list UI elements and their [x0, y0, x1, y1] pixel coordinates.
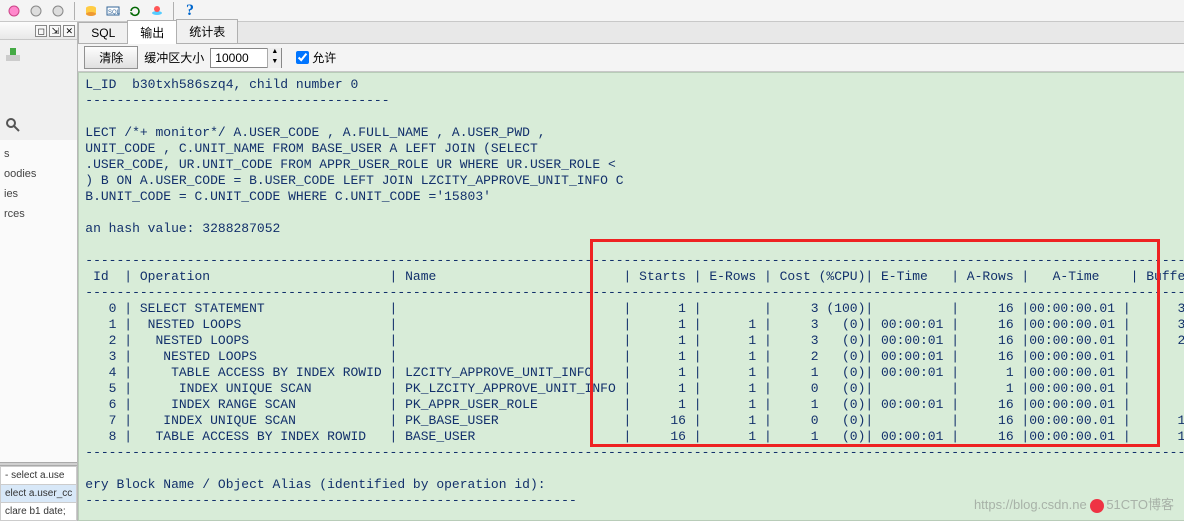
toolbar-icon-1[interactable] — [4, 1, 24, 21]
clear-button[interactable]: 清除 — [84, 46, 138, 69]
plan-row: 7 | INDEX UNIQUE SCAN | PK_BASE_USER | 1… — [85, 413, 1184, 428]
buffer-size-label: 缓冲区大小 — [144, 49, 204, 66]
plan-line-id: L_ID b30txh586szq4, child number 0 — [85, 77, 358, 92]
object-tree: s oodies ies rces — [0, 140, 77, 462]
toolbar-separator-2 — [173, 2, 174, 20]
history-row[interactable]: elect a.user_cc — [0, 485, 77, 503]
allow-checkbox-input[interactable] — [296, 51, 309, 64]
plan-row: 0 | SELECT STATEMENT | | 1 | | 3 (100)| … — [85, 301, 1184, 316]
allow-checkbox[interactable]: 允许 — [296, 49, 336, 66]
tab-output[interactable]: 输出 — [127, 20, 177, 44]
database-icon[interactable] — [81, 1, 101, 21]
buffer-size-input[interactable] — [211, 51, 267, 65]
tab-stats[interactable]: 统计表 — [176, 19, 238, 43]
plan-dash: --------------------------------------- — [85, 93, 389, 108]
help-icon[interactable]: ? — [180, 1, 200, 21]
toolbar-separator — [74, 2, 75, 20]
history-row[interactable]: - select a.use — [0, 466, 77, 485]
svg-text:SQL: SQL — [108, 10, 121, 16]
history-panel: - select a.use elect a.user_cc clare b1 … — [0, 466, 77, 521]
output-area[interactable]: L_ID b30txh586szq4, child number 0 -----… — [78, 72, 1184, 521]
plan-hash: an hash value: 3288287052 — [85, 221, 280, 236]
plan-hline: ----------------------------------------… — [85, 285, 1184, 300]
pin-button[interactable]: ⇲ — [49, 25, 61, 37]
left-panel-header: ◻ ⇲ ✕ — [0, 22, 77, 40]
stop-icon[interactable] — [147, 1, 167, 21]
plan-sql: UNIT_CODE , C.UNIT_NAME FROM BASE_USER A… — [85, 141, 537, 156]
tree-item[interactable]: rces — [2, 204, 75, 224]
right-panel: SQL 输出 统计表 清除 缓冲区大小 ▲ ▼ 允许 — [78, 22, 1184, 521]
close-button[interactable]: ✕ — [63, 25, 75, 37]
spin-up-icon[interactable]: ▲ — [267, 48, 281, 58]
toolbar-icon-3[interactable] — [48, 1, 68, 21]
left-panel: ◻ ⇲ ✕ s oodies ies rces - select a.use e… — [0, 22, 78, 521]
main-row: ◻ ⇲ ✕ s oodies ies rces - select a.use e… — [0, 22, 1184, 521]
plan-row: 6 | INDEX RANGE SCAN | PK_APPR_USER_ROLE… — [85, 397, 1184, 412]
plan-row: 3 | NESTED LOOPS | | 1 | 1 | 2 (0)| 00:0… — [85, 349, 1184, 364]
tree-item[interactable]: ies — [2, 184, 75, 204]
plan-header: Id | Operation | Name | Starts | E-Rows … — [85, 269, 1184, 284]
plan-hline: ----------------------------------------… — [85, 445, 1184, 460]
plan-row: 5 | INDEX UNIQUE SCAN | PK_LZCITY_APPROV… — [85, 381, 1184, 396]
plan-sql: .USER_CODE, UR.UNIT_CODE FROM APPR_USER_… — [85, 157, 616, 172]
tree-item[interactable]: s — [2, 144, 75, 164]
sql-icon[interactable]: SQL — [103, 1, 123, 21]
buffer-size-spinner[interactable]: ▲ ▼ — [210, 48, 282, 68]
plan-footer-dash: ----------------------------------------… — [85, 493, 576, 508]
plan-sql: LECT /*+ monitor*/ A.USER_CODE , A.FULL_… — [85, 125, 545, 140]
plan-row: 1 | NESTED LOOPS | | 1 | 1 | 3 (0)| 00:0… — [85, 317, 1184, 332]
tab-bar: SQL 输出 统计表 — [78, 22, 1184, 44]
dock-button[interactable]: ◻ — [35, 25, 47, 37]
plan-sql: B.UNIT_CODE = C.UNIT_CODE WHERE C.UNIT_C… — [85, 189, 491, 204]
plan-hline: ----------------------------------------… — [85, 253, 1184, 268]
spin-down-icon[interactable]: ▼ — [267, 58, 281, 68]
history-row[interactable]: clare b1 date; — [0, 503, 77, 521]
output-controls: 清除 缓冲区大小 ▲ ▼ 允许 — [78, 44, 1184, 72]
plan-sql: ) B ON A.USER_CODE = B.USER_CODE LEFT JO… — [85, 173, 623, 188]
plan-row: 4 | TABLE ACCESS BY INDEX ROWID | LZCITY… — [85, 365, 1184, 380]
connection-icon[interactable] — [4, 46, 22, 64]
plan-row: 2 | NESTED LOOPS | | 1 | 1 | 3 (0)| 00:0… — [85, 333, 1184, 348]
search-icon[interactable] — [4, 116, 22, 134]
toolbar-icon-2[interactable] — [26, 1, 46, 21]
plan-footer: ery Block Name / Object Alias (identifie… — [85, 477, 545, 492]
app-root: SQL ? ◻ ⇲ ✕ s oodies ies rces - select a… — [0, 0, 1184, 521]
tab-sql[interactable]: SQL — [78, 22, 128, 43]
allow-checkbox-label: 允许 — [312, 49, 336, 66]
tree-item[interactable]: oodies — [2, 164, 75, 184]
plan-row: 8 | TABLE ACCESS BY INDEX ROWID | BASE_U… — [85, 429, 1184, 444]
left-spacer — [0, 70, 77, 110]
refresh-icon[interactable] — [125, 1, 145, 21]
